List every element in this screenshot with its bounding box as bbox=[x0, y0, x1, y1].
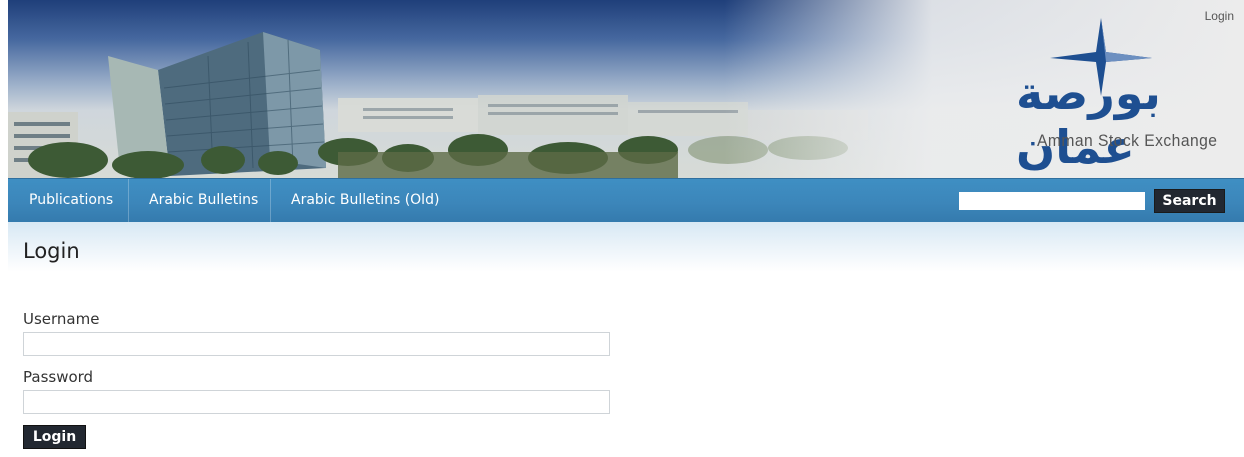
logo-arabic-text: بورصة عمان bbox=[1016, 66, 1162, 174]
logo-english-text: Amman Stock Exchange bbox=[1037, 131, 1218, 150]
password-label: Password bbox=[23, 368, 94, 386]
search-input[interactable] bbox=[959, 192, 1145, 210]
page-title: Login bbox=[23, 239, 80, 263]
password-field[interactable] bbox=[23, 390, 610, 414]
page: Login بورصة عمان Amman Stock Exchange Pu… bbox=[0, 0, 1244, 457]
nav-divider bbox=[128, 179, 129, 223]
title-band bbox=[8, 222, 1244, 272]
nav-item-arabic-bulletins[interactable]: Arabic Bulletins bbox=[149, 179, 258, 223]
main-nav: Publications Arabic Bulletins Arabic Bul… bbox=[8, 178, 1244, 223]
nav-divider bbox=[270, 179, 271, 223]
login-button[interactable]: Login bbox=[23, 425, 86, 449]
nav-item-publications[interactable]: Publications bbox=[29, 179, 113, 223]
search-button[interactable]: Search bbox=[1154, 189, 1225, 213]
nav-item-arabic-bulletins-old[interactable]: Arabic Bulletins (Old) bbox=[291, 179, 439, 223]
username-label: Username bbox=[23, 310, 100, 328]
username-field[interactable] bbox=[23, 332, 610, 356]
